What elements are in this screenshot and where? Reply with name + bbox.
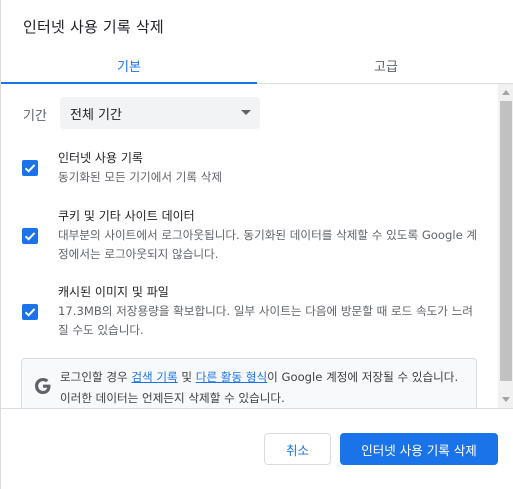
dropdown-arrow-icon	[241, 110, 251, 115]
tab-advanced[interactable]: 고급	[258, 48, 513, 83]
cookies-checkbox[interactable]	[22, 228, 38, 244]
google-g-icon	[35, 378, 51, 394]
checkmark-icon	[24, 232, 36, 241]
scroll-down-arrow-icon[interactable]	[502, 397, 510, 402]
cancel-button[interactable]: 취소	[264, 433, 331, 465]
option-browsing-history: 인터넷 사용 기록 동기화된 모든 기기에서 기록 삭제	[1, 146, 491, 190]
time-range-label: 기간	[23, 109, 47, 124]
option-description: 대부분의 사이트에서 로그아웃됩니다. 동기화된 데이터를 삭제할 수 있도록 …	[58, 228, 478, 261]
option-cache: 캐시된 이미지 및 파일 17.3MB의 저장용량을 확보합니다. 일부 사이트…	[1, 280, 491, 342]
browsing-history-checkbox[interactable]	[22, 160, 38, 176]
notice-text-part: 로그인할 경우	[60, 370, 132, 384]
notice-text-part: 및	[177, 370, 196, 384]
dialog-body: 기간 전체 기간 인터넷 사용 기록 동기화된 모든 기기에서 기록 삭제 쿠키…	[1, 84, 513, 408]
option-cookies: 쿠키 및 기타 사이트 데이터 대부분의 사이트에서 로그아웃됩니다. 동기화된…	[1, 204, 491, 266]
time-range-value: 전체 기간	[70, 107, 122, 123]
signin-notice-text: 로그인할 경우 검색 기록 및 다른 활동 형식이 Google 계정에 저장될…	[60, 367, 470, 408]
signin-notice: 로그인할 경우 검색 기록 및 다른 활동 형식이 Google 계정에 저장될…	[21, 358, 477, 408]
tab-bar: 기본 고급	[1, 48, 513, 84]
scroll-up-arrow-icon[interactable]	[502, 90, 510, 95]
option-title: 쿠키 및 기타 사이트 데이터	[58, 209, 195, 223]
option-description: 동기화된 모든 기기에서 기록 삭제	[58, 170, 223, 184]
dialog-title: 인터넷 사용 기록 삭제	[23, 18, 164, 36]
clear-browsing-data-dialog: 인터넷 사용 기록 삭제 기본 고급 기간 전체 기간 인터넷 사용 기록 동기…	[0, 0, 513, 489]
option-title: 인터넷 사용 기록	[58, 151, 143, 165]
cache-checkbox[interactable]	[22, 304, 38, 320]
search-history-link[interactable]: 검색 기록	[131, 370, 177, 384]
tab-basic[interactable]: 기본	[1, 48, 257, 84]
checkmark-icon	[24, 164, 36, 173]
scrollbar-thumb[interactable]	[500, 101, 512, 381]
checkmark-icon	[24, 308, 36, 317]
time-range-select[interactable]: 전체 기간	[60, 97, 260, 129]
dialog-footer: 취소 인터넷 사용 기록 삭제	[1, 408, 513, 489]
clear-data-button[interactable]: 인터넷 사용 기록 삭제	[340, 433, 498, 465]
option-title: 캐시된 이미지 및 파일	[58, 285, 169, 299]
other-activity-link[interactable]: 다른 활동 형식	[196, 370, 267, 384]
vertical-scrollbar[interactable]	[498, 84, 513, 408]
option-description: 17.3MB의 저장용량을 확보합니다. 일부 사이트는 다음에 방문할 때 로…	[58, 304, 473, 337]
